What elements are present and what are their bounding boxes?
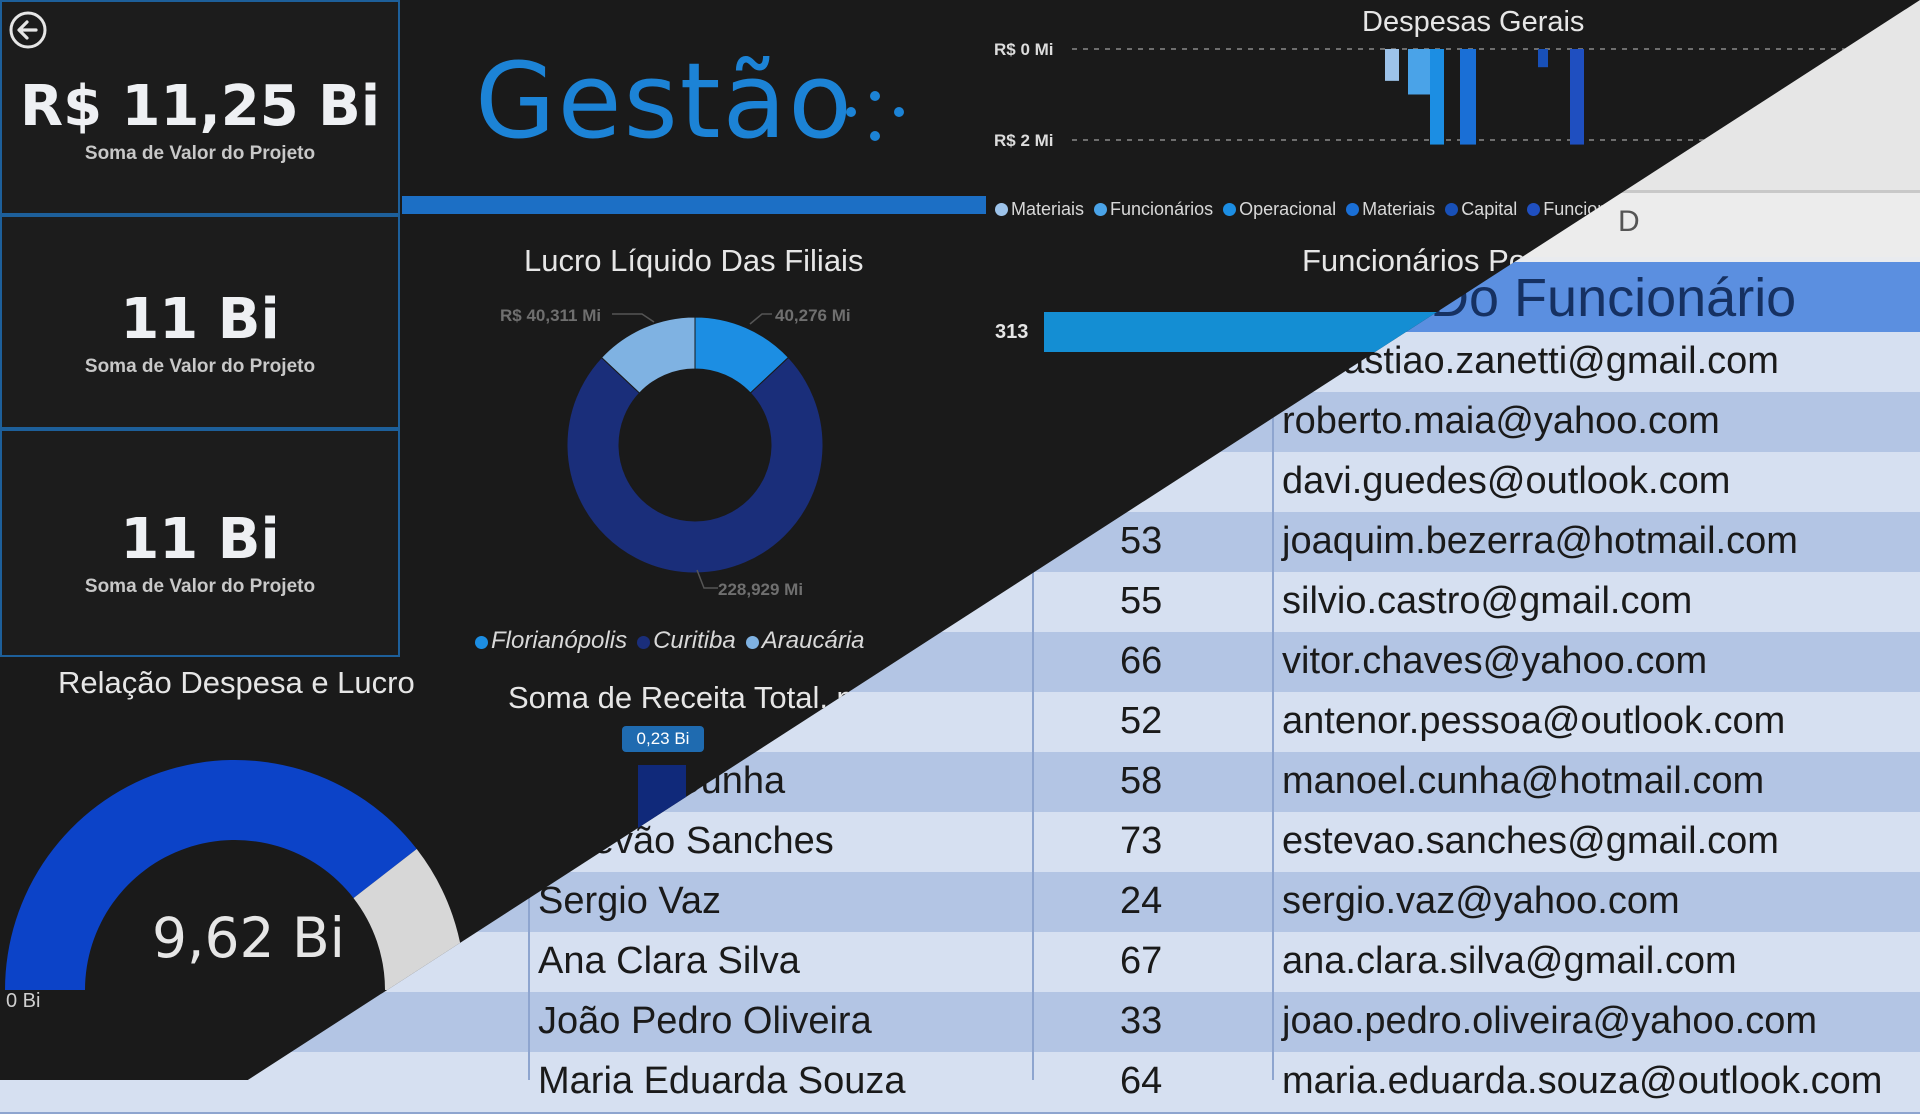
despesas-bar[interactable] <box>1408 49 1430 95</box>
employee-name-cell[interactable]: Sergio Vaz <box>538 880 721 923</box>
kpi-card-total: R$ 11,25 Bi Soma de Valor do Projeto <box>0 0 400 215</box>
employee-age-cell[interactable]: 66 <box>1120 640 1162 683</box>
employee-email-cell[interactable]: estevao.sanches@gmail.com <box>1282 820 1779 863</box>
despesas-bar[interactable] <box>1460 49 1476 145</box>
legend-label: Materiais <box>1011 199 1085 219</box>
receita-data-label: 0,23 Bi <box>622 726 704 752</box>
lucro-legend-item[interactable]: Araucária <box>745 627 865 655</box>
kpi-value: 11 Bi <box>120 507 280 572</box>
employee-email-cell[interactable]: roberto.maia@yahoo.com <box>1282 400 1720 443</box>
lucro-legend-item[interactable]: Florianópolis <box>475 627 627 655</box>
gauge-title: Relação Despesa e Lucro <box>58 665 415 700</box>
employee-email-cell[interactable]: joaquim.bezerra@hotmail.com <box>1282 520 1798 563</box>
kpi-value: R$ 11,25 Bi <box>19 74 381 139</box>
lucro-legend: Florianópolis Curitiba Araucária <box>475 627 875 655</box>
kpi-label: Soma de Valor do Projeto <box>84 576 316 597</box>
despesas-y-tick-label: R$ 0 Mi <box>994 40 1054 59</box>
lucro-chart-title: Lucro Líquido Das Filiais <box>524 243 864 278</box>
employee-email-cell[interactable]: silvio.castro@gmail.com <box>1282 580 1692 623</box>
employee-name-cell[interactable]: João Pedro Oliveira <box>538 1000 872 1043</box>
title-underline-bar <box>402 196 986 214</box>
despesas-legend: Materiais Funcionários Operacional Materiai… <box>995 199 1656 220</box>
employee-age-cell[interactable]: 53 <box>1120 520 1162 563</box>
employee-age-cell[interactable]: 67 <box>1120 940 1162 983</box>
despesas-bar[interactable] <box>1385 49 1399 81</box>
employee-age-cell[interactable]: 64 <box>1120 1060 1162 1103</box>
donut-leader-lines <box>612 313 772 589</box>
kpi-value: 11 Bi <box>120 287 280 352</box>
employee-email-cell[interactable]: maria.eduarda.souza@outlook.com <box>1282 1060 1882 1103</box>
loading-dots-icon <box>846 91 904 141</box>
gauge-value: 9,62 Bi <box>152 906 345 970</box>
legend-label: Funcionários <box>1110 199 1214 219</box>
employee-name-cell[interactable]: Maria Eduarda Souza <box>538 1060 906 1103</box>
despesas-bar[interactable] <box>1538 49 1548 68</box>
page-title: Gestão <box>475 40 854 162</box>
despesas-bar[interactable] <box>1430 49 1444 145</box>
despesas-legend-item[interactable]: Materiais <box>995 199 1084 220</box>
employee-email-cell[interactable]: sergio.vaz@yahoo.com <box>1282 880 1680 923</box>
kpi-label: Soma de Valor do Projeto <box>84 356 316 377</box>
employee-age-cell[interactable]: 55 <box>1120 580 1162 623</box>
despesas-legend-item[interactable]: Materiais <box>1346 199 1435 220</box>
legend-dot-icon <box>745 636 759 649</box>
legend-dot-icon <box>1223 203 1237 216</box>
table-row[interactable]: Maria Eduarda Souza 64 maria.eduarda.souza… <box>0 1052 1920 1114</box>
lucro-legend-item[interactable]: Curitiba <box>637 627 736 655</box>
legend-dot-icon <box>1094 203 1108 216</box>
legend-label: Curitiba <box>653 627 736 654</box>
legend-label: Florianópolis <box>491 627 628 654</box>
employee-email-cell[interactable]: ana.clara.silva@gmail.com <box>1282 940 1737 983</box>
employee-age-cell[interactable]: 58 <box>1120 760 1162 803</box>
legend-dot-icon <box>637 636 651 649</box>
kpi-card-2: 11 Bi Soma de Valor do Projeto <box>0 215 400 429</box>
column-divider <box>1272 330 1274 1080</box>
employee-email-cell[interactable]: joao.pedro.oliveira@yahoo.com <box>1282 1000 1817 1043</box>
employee-name-cell[interactable]: Ana Clara Silva <box>538 940 800 983</box>
legend-dot-icon <box>1445 203 1459 216</box>
kpi-card-3: 11 Bi Soma de Valor do Projeto <box>0 429 400 657</box>
employee-age-cell[interactable]: 73 <box>1120 820 1162 863</box>
legend-dot-icon <box>1346 203 1360 216</box>
legend-label: Operacional <box>1239 199 1337 219</box>
legend-dot-icon <box>475 636 488 649</box>
employee-email-cell[interactable]: manoel.cunha@hotmail.com <box>1282 760 1764 803</box>
employee-email-cell[interactable]: davi.guedes@outlook.com <box>1282 460 1730 503</box>
legend-label: Materiais <box>1362 199 1436 219</box>
despesas-bar[interactable] <box>1570 49 1584 145</box>
employee-age-cell[interactable]: 24 <box>1120 880 1162 923</box>
despesas-y-tick-label: R$ 2 Mi <box>994 131 1054 150</box>
legend-label: Araucária <box>761 627 865 654</box>
legend-dot-icon <box>995 203 1008 216</box>
gauge-min-label: 0 Bi <box>6 990 41 1012</box>
donut-label-aracaria: R$ 40,311 Mi <box>500 306 602 325</box>
kpi-label: Soma de Valor do Projeto <box>84 143 316 164</box>
despesas-legend-item[interactable]: Funcionários <box>1094 199 1213 220</box>
employee-email-cell[interactable]: antenor.pessoa@outlook.com <box>1282 700 1785 743</box>
despesas-legend-item[interactable]: Capital <box>1445 199 1517 220</box>
legend-dot-icon <box>1527 203 1541 216</box>
employee-age-cell[interactable]: 33 <box>1120 1000 1162 1043</box>
arrow-left-circle-icon[interactable] <box>8 10 48 50</box>
column-letter-d[interactable]: D <box>1618 205 1640 239</box>
despesas-legend-item[interactable]: Operacional <box>1223 199 1336 220</box>
employee-email-cell[interactable]: vitor.chaves@yahoo.com <box>1282 640 1707 683</box>
employee-age-cell[interactable]: 52 <box>1120 700 1162 743</box>
funcionarios-bar-label: 313 <box>995 321 1029 343</box>
legend-label: Capital <box>1461 199 1518 219</box>
